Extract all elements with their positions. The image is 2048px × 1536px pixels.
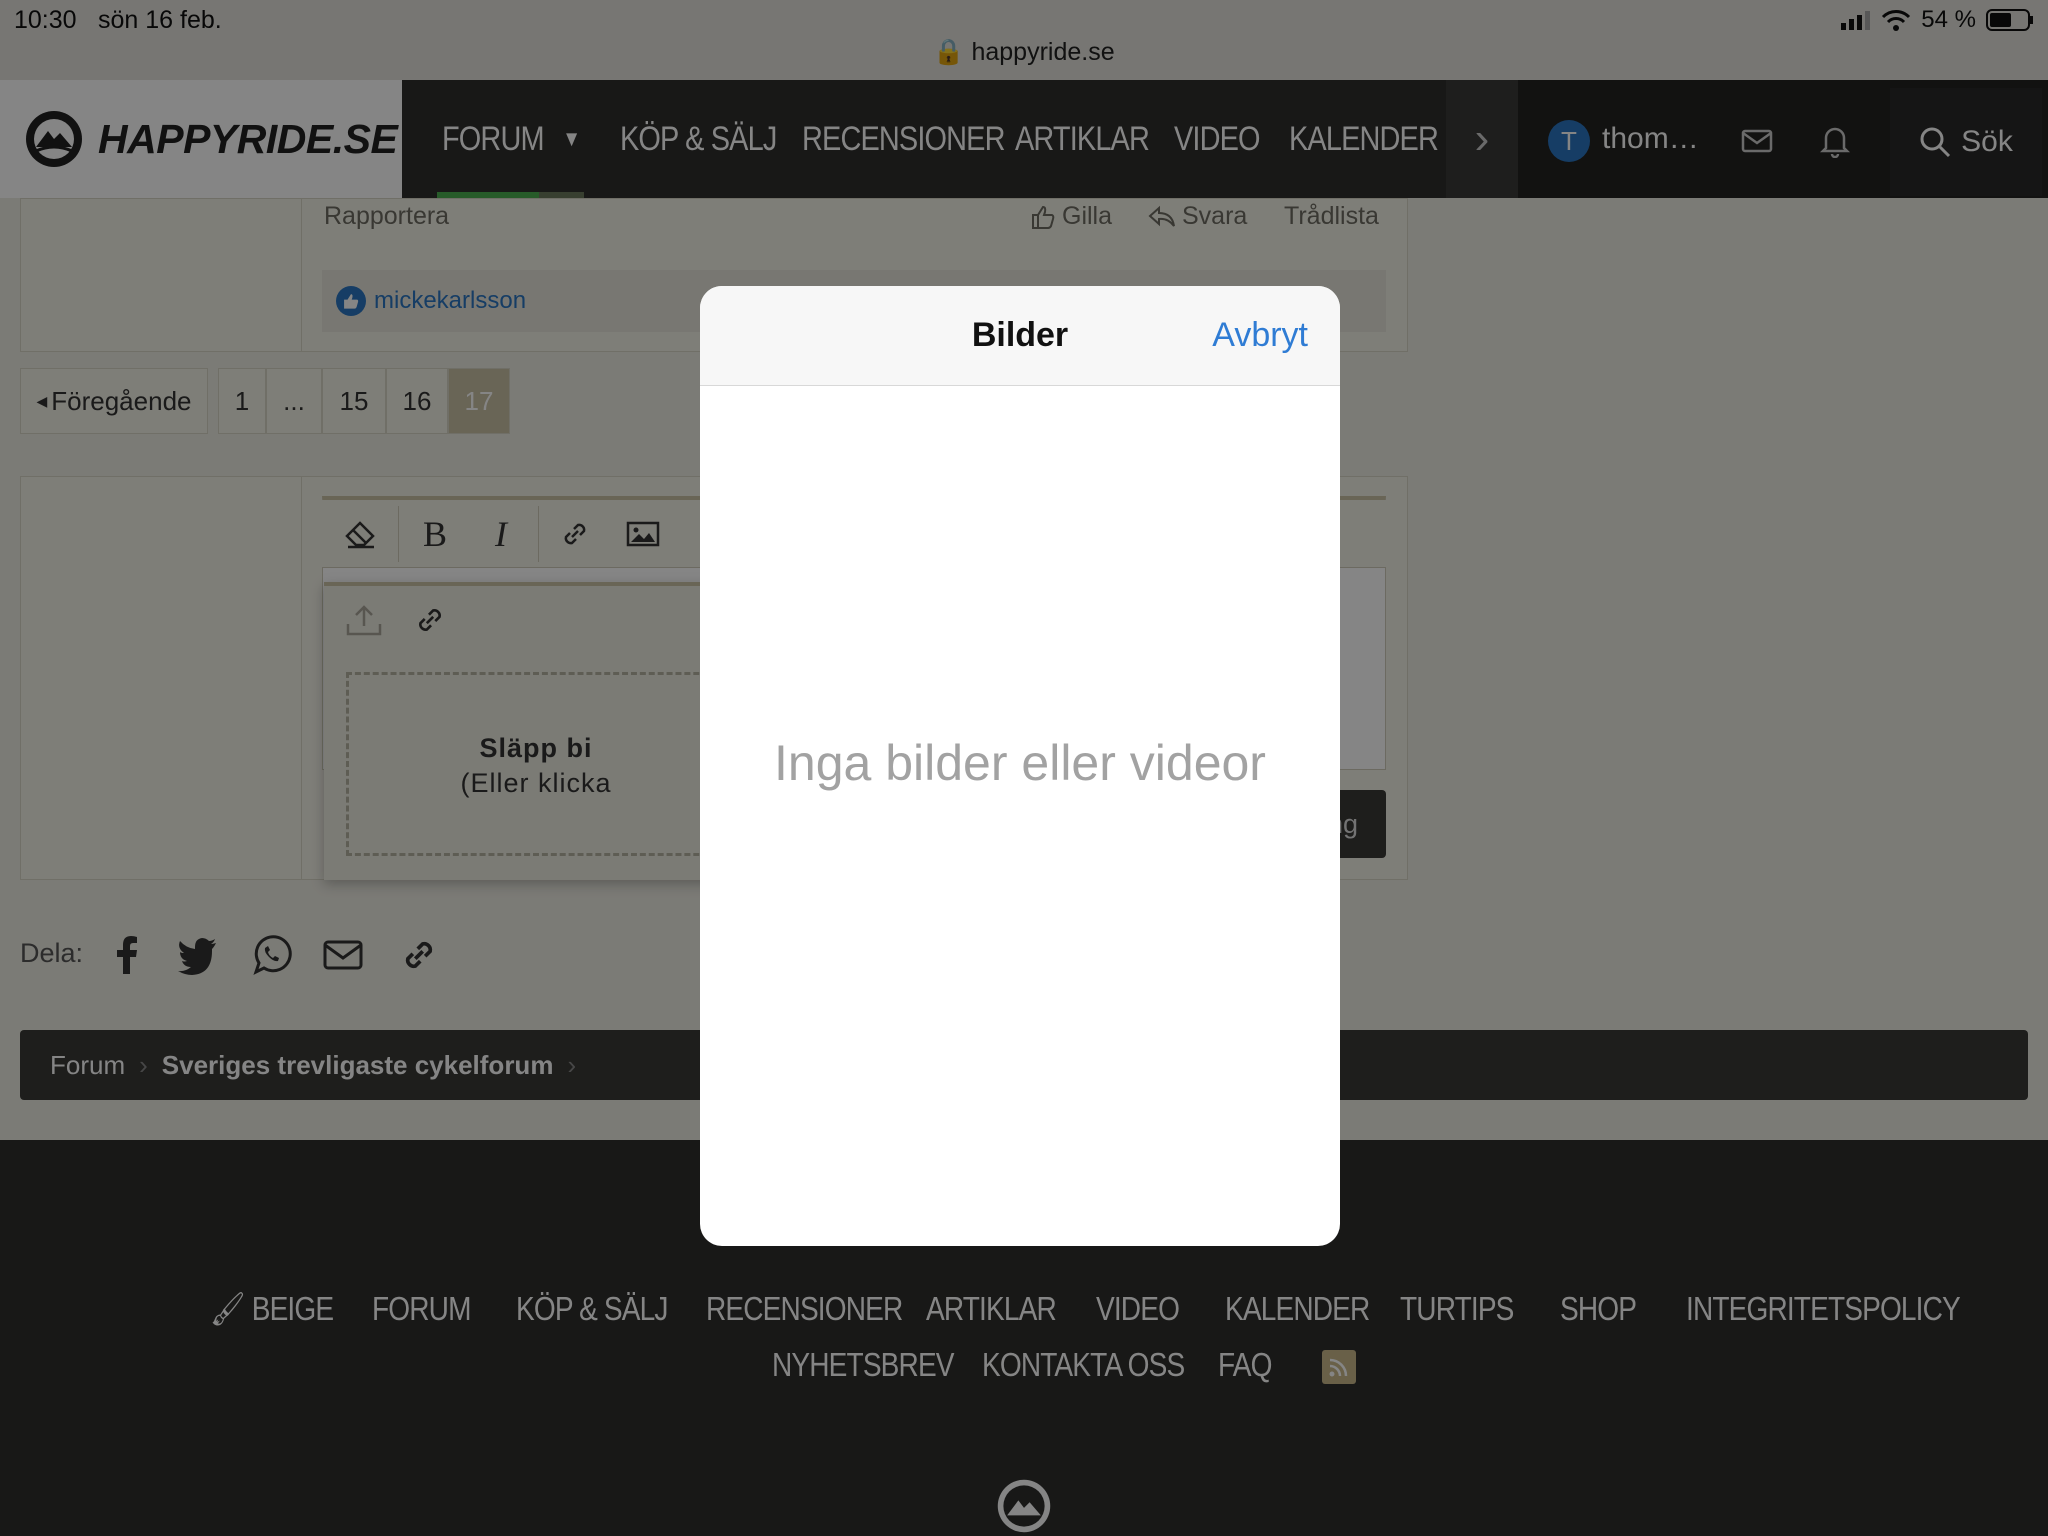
empty-state-message: Inga bilder eller videor: [774, 735, 1266, 791]
photo-picker-modal: Bilder Avbryt Inga bilder eller videor: [700, 286, 1340, 1246]
cancel-button[interactable]: Avbryt: [1212, 316, 1308, 355]
modal-header: Bilder Avbryt: [700, 286, 1340, 386]
